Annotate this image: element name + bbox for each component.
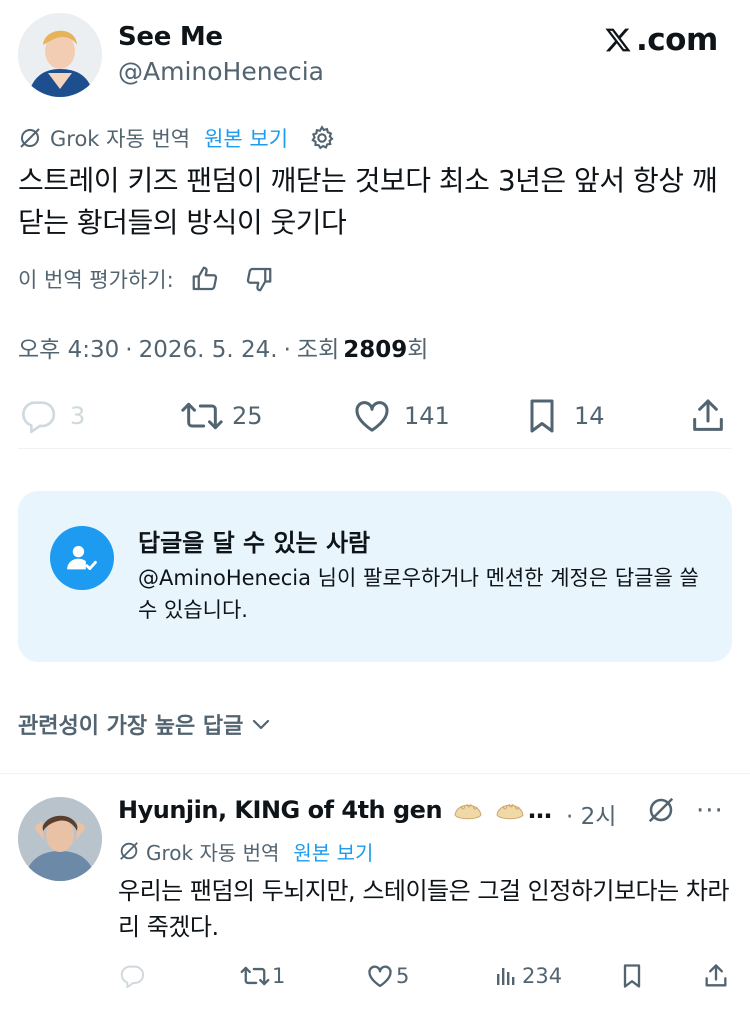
dumpling-icon <box>452 795 484 825</box>
tweet-text: 스트레이 키즈 팬덤이 깨닫는 것보다 최소 3년은 앞서 항상 깨닫는 황더들… <box>18 164 718 239</box>
tweet-action-bar: 3 25 141 14 <box>0 392 750 440</box>
reply-action-bar: 1 5 234 <box>0 956 750 996</box>
bookmark-icon <box>618 962 646 990</box>
share-icon <box>702 962 730 990</box>
tweet-time[interactable]: 오후 4:30 <box>18 330 119 364</box>
reply-like-count: 5 <box>396 964 410 988</box>
translation-bar: Grok 자동 번역 원본 보기 <box>18 121 336 155</box>
author-avatar[interactable] <box>18 13 102 97</box>
views-prefix: 조회 <box>296 337 340 363</box>
bookmark-button[interactable]: 14 <box>522 392 605 440</box>
reply-icon <box>18 396 58 436</box>
reply-repost-button[interactable]: 1 <box>240 956 285 996</box>
views-count: 2809 <box>343 337 408 363</box>
logo-text: .com <box>636 22 718 58</box>
heart-icon <box>352 396 392 436</box>
tweet-date[interactable]: 2026. 5. 24. <box>139 337 278 363</box>
reply-views-button[interactable]: 234 <box>494 956 562 996</box>
heart-icon <box>366 962 394 990</box>
reply-display-name: Hyunjin, KING of 4th gen <box>118 796 443 824</box>
tweet-meta: 오후 4:30 · 2026. 5. 24. · 조회 2809 회 <box>18 330 428 364</box>
reply-time[interactable]: · 2시 <box>566 797 616 831</box>
share-button[interactable] <box>688 392 728 440</box>
share-icon <box>688 396 728 436</box>
author-handle[interactable]: @AminoHenecia <box>118 57 324 86</box>
reply-text: 우리는 팬덤의 두뇌지만, 스테이들은 그걸 인정하기보다는 차라리 죽겠다. <box>118 877 729 941</box>
repost-count: 25 <box>232 402 263 430</box>
show-original-link[interactable]: 원본 보기 <box>204 123 288 153</box>
repost-icon <box>180 396 224 436</box>
reply-translation-bar: Grok 자동 번역 원본 보기 <box>118 836 373 866</box>
x-com-logo: .com <box>604 22 718 58</box>
bar-chart-icon <box>494 963 518 989</box>
bookmark-count: 14 <box>574 402 605 430</box>
reply-count: 3 <box>70 402 86 430</box>
x-logo-icon <box>604 26 632 54</box>
reply-repost-count: 1 <box>272 964 286 988</box>
chevron-down-icon <box>249 712 273 736</box>
name-ellipsis: … <box>528 796 552 824</box>
thumbs-up-icon[interactable] <box>190 264 220 294</box>
translation-label: Grok 자동 번역 <box>50 127 191 151</box>
reply-views-count: 234 <box>522 964 563 988</box>
like-button[interactable]: 141 <box>352 392 450 440</box>
rate-translation-label: 이 번역 평가하기: <box>18 268 174 292</box>
divider <box>0 773 750 774</box>
reply-like-button[interactable]: 5 <box>366 956 409 996</box>
dumpling-icon <box>494 795 526 825</box>
reply-bookmark-button[interactable] <box>618 956 646 996</box>
repost-button[interactable]: 25 <box>180 392 263 440</box>
like-count: 141 <box>404 402 450 430</box>
rate-translation: 이 번역 평가하기: <box>18 261 274 297</box>
meta-separator: · <box>125 337 133 363</box>
author-display-name[interactable]: See Me <box>118 22 223 52</box>
grok-icon <box>118 840 140 862</box>
translation-label: Grok 자동 번역 <box>146 840 280 865</box>
views-suffix: 회 <box>407 337 429 363</box>
reply-author-avatar[interactable] <box>18 797 102 881</box>
thumbs-down-icon[interactable] <box>244 264 274 294</box>
reply-reply-button[interactable] <box>118 956 146 996</box>
reply-sort-label: 관련성이 가장 높은 답글 <box>18 714 244 739</box>
reply-icon <box>118 962 146 990</box>
reply-sort-dropdown[interactable]: 관련성이 가장 높은 답글 <box>18 708 273 740</box>
reply-author-name[interactable]: Hyunjin, KING of 4th gen … <box>118 795 552 825</box>
user-check-icon <box>50 526 114 590</box>
reply-restriction-body: @AminoHenecia 님이 팔로우하거나 멘션한 계정은 답글을 쓸 수 … <box>138 566 699 622</box>
bookmark-icon <box>522 396 562 436</box>
grok-icon[interactable] <box>646 795 676 825</box>
gear-icon[interactable] <box>308 124 336 152</box>
reply-restriction-title: 답글을 달 수 있는 사람 <box>138 529 371 557</box>
more-options-icon[interactable]: ··· <box>696 796 724 826</box>
meta-separator: · <box>283 337 291 363</box>
repost-icon <box>240 962 270 990</box>
show-original-link[interactable]: 원본 보기 <box>293 837 373 866</box>
reply-share-button[interactable] <box>702 956 730 996</box>
grok-icon <box>18 126 42 150</box>
divider <box>18 448 732 449</box>
reply-button[interactable]: 3 <box>18 392 85 440</box>
